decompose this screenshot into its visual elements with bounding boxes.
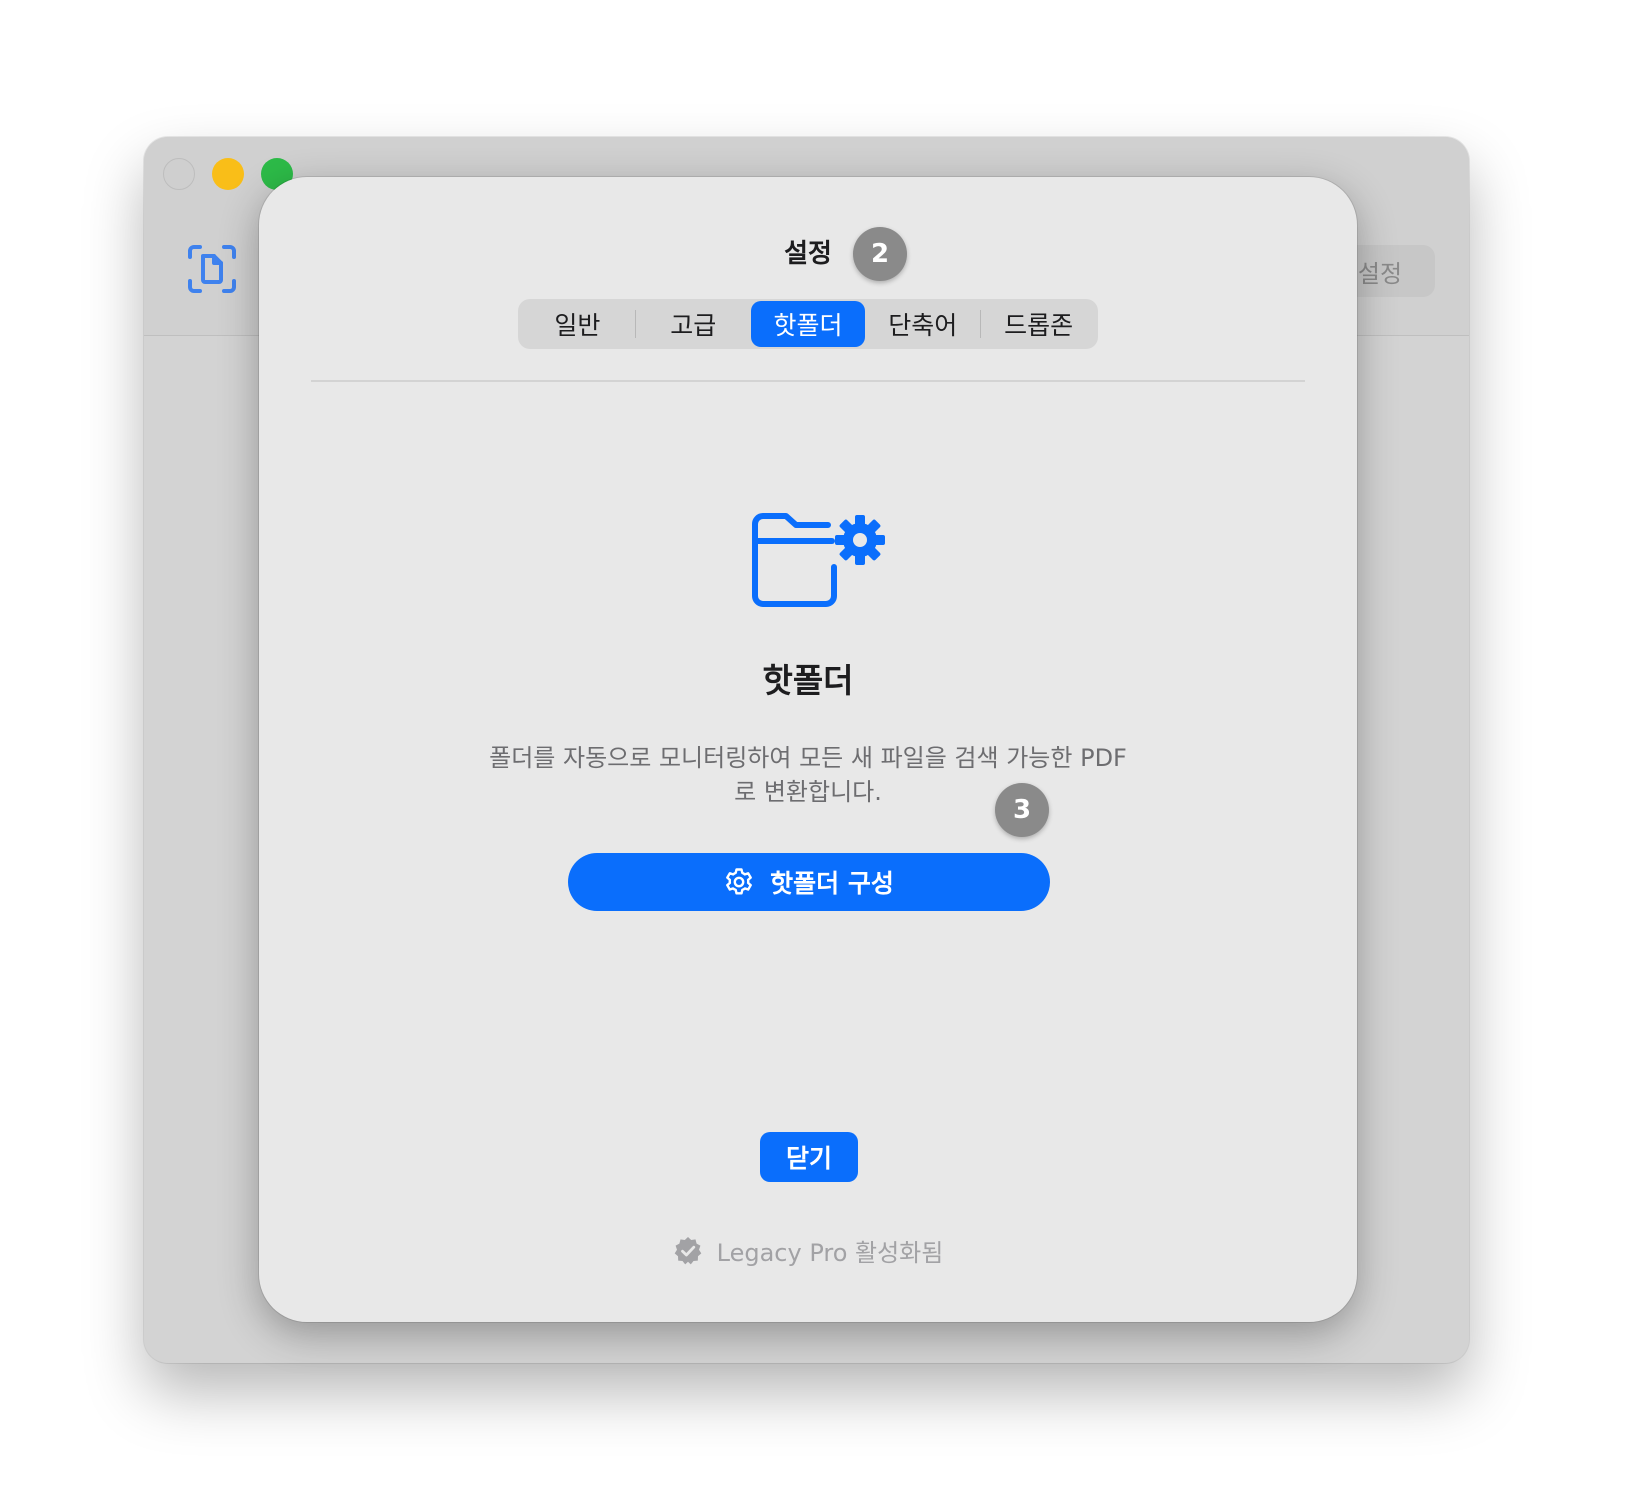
- minimize-window-button[interactable]: [212, 158, 244, 190]
- document-scan-icon[interactable]: [186, 243, 238, 295]
- tab-dropzone[interactable]: 드롭존: [981, 301, 1096, 347]
- configure-hotfolder-button[interactable]: 핫폴더 구성: [568, 853, 1050, 911]
- close-button[interactable]: 닫기: [760, 1132, 858, 1182]
- folder-gear-icon: [752, 513, 885, 607]
- description: 폴더를 자동으로 모니터링하여 모든 새 파일을 검색 가능한 PDF 로 변환…: [454, 741, 1162, 809]
- license-status-text: Legacy Pro 활성화됨: [716, 1239, 944, 1267]
- divider: [311, 380, 1305, 382]
- step-badge: 3: [995, 783, 1049, 837]
- gear-icon: [726, 868, 753, 895]
- description-line: 로 변환합니다.: [734, 778, 882, 806]
- configure-hotfolder-label: 핫폴더 구성: [770, 869, 894, 898]
- settings-tabs: 일반 고급 핫폴더 단축어 드롭존: [518, 299, 1098, 349]
- tab-hotfolder[interactable]: 핫폴더: [750, 301, 866, 347]
- tab-advanced[interactable]: 고급: [636, 301, 751, 347]
- settings-sheet: 설정 2 일반 고급 핫폴더 단축어 드롭존 핫폴더 폴더를 자동으로 모니터링…: [259, 177, 1357, 1322]
- sheet-title: 설정: [784, 239, 832, 269]
- section-heading: 핫폴더: [762, 661, 854, 700]
- tab-shortcuts[interactable]: 단축어: [865, 301, 980, 347]
- step-badge: 2: [853, 227, 907, 281]
- description-line: 폴더를 자동으로 모니터링하여 모든 새 파일을 검색 가능한 PDF: [489, 744, 1127, 772]
- verified-badge-icon: [674, 1236, 701, 1264]
- close-window-button[interactable]: [163, 158, 195, 190]
- license-status: Legacy Pro 활성화됨: [259, 1233, 1357, 1268]
- screen: 설정 설정 2 일반 고급 핫폴더 단축어 드롭존 핫폴더 폴더를 자동으로 모…: [0, 0, 1634, 1492]
- tab-general[interactable]: 일반: [520, 301, 635, 347]
